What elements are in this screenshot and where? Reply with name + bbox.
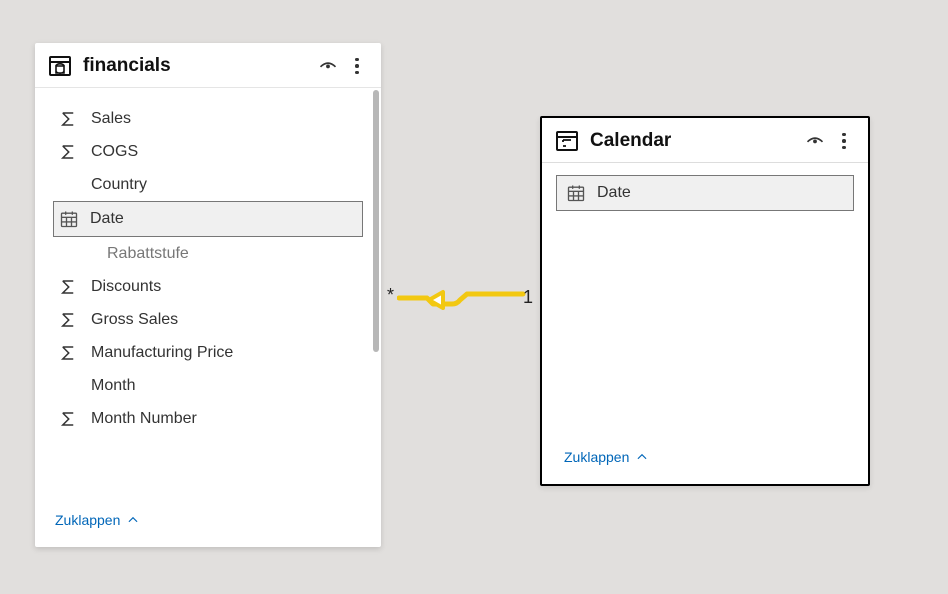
table-icon bbox=[47, 53, 73, 79]
relationship-line[interactable] bbox=[397, 286, 527, 314]
fields-list: Date bbox=[542, 163, 868, 439]
chevron-up-icon bbox=[635, 450, 649, 464]
field-row-date[interactable]: Date bbox=[556, 175, 854, 211]
filter-direction-icon bbox=[429, 292, 443, 308]
calendar-icon bbox=[58, 208, 80, 230]
visibility-icon[interactable] bbox=[317, 55, 339, 77]
collapse-label: Zuklappen bbox=[564, 449, 629, 465]
field-row-rabattstufe[interactable]: Rabattstufe bbox=[35, 237, 381, 270]
field-row-gross-sales[interactable]: Gross Sales bbox=[35, 303, 381, 336]
field-row-month[interactable]: Month bbox=[35, 369, 381, 402]
sigma-icon bbox=[57, 108, 79, 130]
field-label: COGS bbox=[91, 143, 355, 161]
calendar-icon bbox=[565, 182, 587, 204]
field-label: Manufacturing Price bbox=[91, 344, 355, 362]
fields-list: Sales COGS Country bbox=[35, 88, 381, 502]
sigma-icon bbox=[57, 141, 79, 163]
field-label: Discounts bbox=[91, 278, 355, 296]
sigma-icon bbox=[57, 342, 79, 364]
more-options-icon[interactable] bbox=[834, 133, 854, 150]
no-icon bbox=[57, 375, 79, 397]
visibility-icon[interactable] bbox=[804, 130, 826, 152]
field-label: Date bbox=[90, 210, 336, 228]
table-card-financials[interactable]: financials Sales COGS Country bbox=[35, 43, 381, 547]
field-label: Gross Sales bbox=[91, 311, 355, 329]
field-label: Month Number bbox=[91, 410, 355, 428]
field-row-country[interactable]: Country bbox=[35, 168, 381, 201]
sigma-icon bbox=[57, 408, 79, 430]
scrollbar[interactable] bbox=[373, 90, 379, 352]
cardinality-many-label: * bbox=[387, 285, 394, 306]
table-header: Calendar bbox=[542, 118, 868, 163]
field-row-date[interactable]: Date bbox=[53, 201, 363, 237]
collapse-button[interactable]: Zuklappen bbox=[542, 439, 868, 475]
table-title: Calendar bbox=[590, 130, 804, 152]
field-label: Sales bbox=[91, 110, 355, 128]
calculated-table-icon bbox=[554, 128, 580, 154]
field-row-sales[interactable]: Sales bbox=[35, 102, 381, 135]
field-label: Date bbox=[597, 184, 827, 202]
field-row-manufacturing-price[interactable]: Manufacturing Price bbox=[35, 336, 381, 369]
field-label: Country bbox=[91, 176, 355, 194]
chevron-up-icon bbox=[126, 513, 140, 527]
collapse-label: Zuklappen bbox=[55, 512, 120, 528]
no-icon bbox=[73, 243, 95, 265]
cardinality-one-label: 1 bbox=[523, 287, 533, 308]
sigma-icon bbox=[57, 276, 79, 298]
more-options-icon[interactable] bbox=[347, 58, 367, 75]
field-row-discounts[interactable]: Discounts bbox=[35, 270, 381, 303]
collapse-button[interactable]: Zuklappen bbox=[35, 502, 381, 538]
sigma-icon bbox=[57, 309, 79, 331]
table-header: financials bbox=[35, 43, 381, 88]
table-card-calendar[interactable]: Calendar Date bbox=[540, 116, 870, 486]
table-title: financials bbox=[83, 55, 317, 77]
field-label: Rabattstufe bbox=[107, 245, 355, 263]
field-label: Month bbox=[91, 377, 355, 395]
no-icon bbox=[57, 174, 79, 196]
field-row-month-number[interactable]: Month Number bbox=[35, 402, 381, 435]
field-row-cogs[interactable]: COGS bbox=[35, 135, 381, 168]
